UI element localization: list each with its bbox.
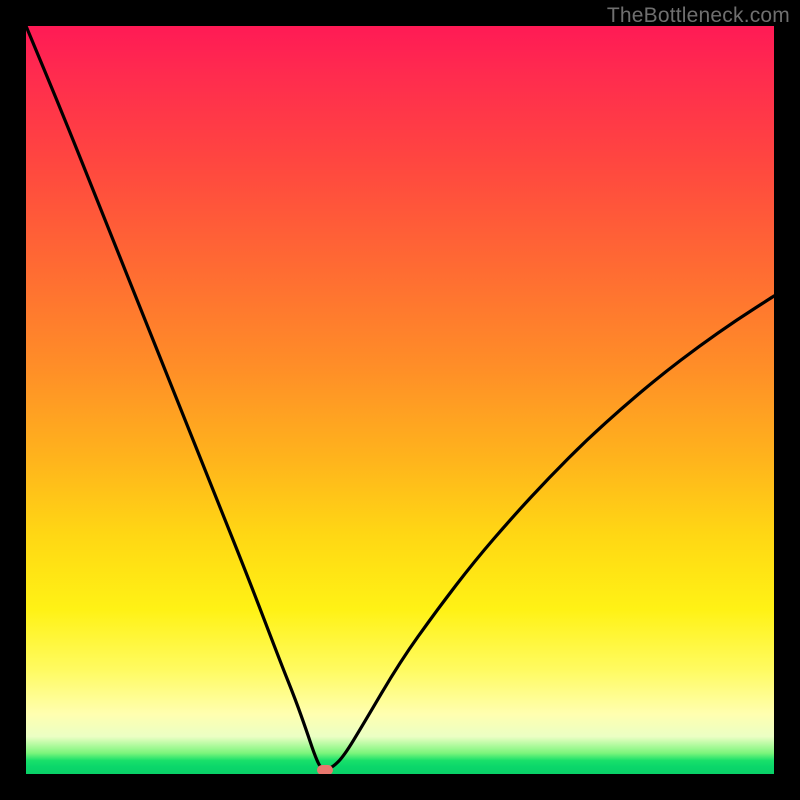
plot-area <box>26 26 774 774</box>
optimal-point-marker <box>317 765 333 775</box>
chart-frame: TheBottleneck.com <box>0 0 800 800</box>
bottleneck-curve <box>26 26 774 774</box>
watermark-text: TheBottleneck.com <box>607 4 790 28</box>
